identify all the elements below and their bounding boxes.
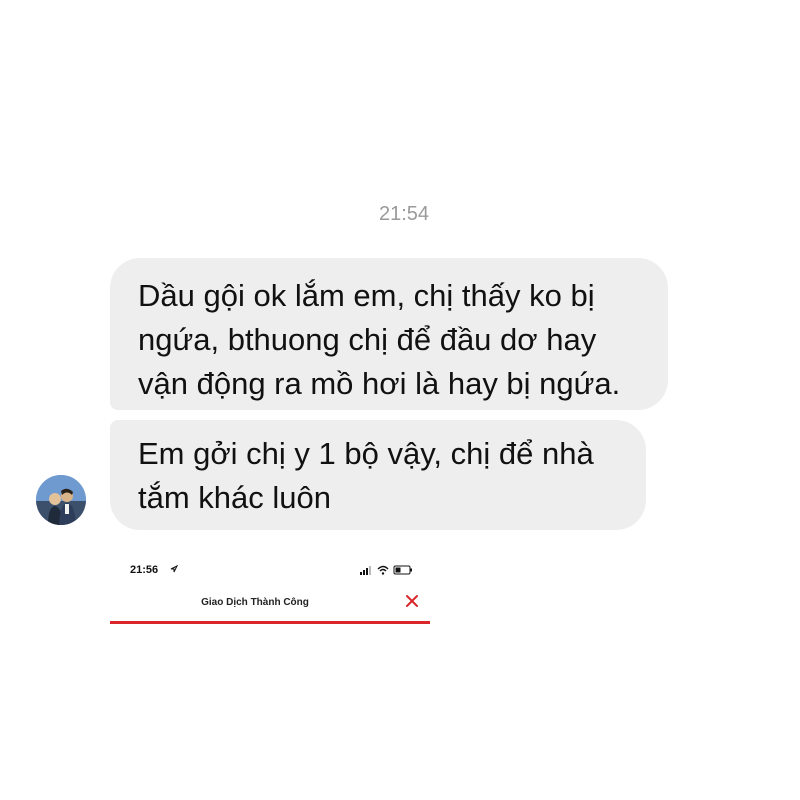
message-bubble[interactable]: Em gởi chị y 1 bộ vậy, chị để nhà tắm kh… bbox=[110, 420, 646, 530]
message-text-line: Dầu gội ok lắm em, chị thấy ko bị bbox=[138, 278, 595, 313]
status-bar: 21:56 bbox=[110, 561, 430, 579]
location-arrow-icon bbox=[170, 565, 178, 573]
status-time: 21:56 bbox=[130, 564, 159, 576]
title-divider bbox=[110, 621, 430, 624]
wifi-icon bbox=[377, 565, 389, 575]
transaction-title: Giao Dịch Thành Công bbox=[201, 597, 309, 608]
message-timestamp: 21:54 bbox=[378, 203, 430, 225]
chat-screen: 21:54 Dầu gội ok lắm em, chị thấy ko bị … bbox=[0, 0, 800, 800]
embedded-transaction-screenshot: 21:56 Giao Dịch Thành Công bbox=[110, 555, 430, 625]
signal-icon bbox=[360, 566, 371, 575]
message-bubble[interactable]: Dầu gội ok lắm em, chị thấy ko bị ngứa, … bbox=[110, 258, 668, 410]
battery-icon bbox=[393, 565, 412, 575]
sender-avatar[interactable] bbox=[36, 475, 86, 525]
close-icon[interactable] bbox=[404, 593, 420, 609]
message-text-line: vận động ra mồ hơi là hay bị ngứa. bbox=[138, 366, 621, 401]
status-icons bbox=[360, 565, 412, 575]
message-text-line: Em gởi chị y 1 bộ vậy, chị để nhà bbox=[138, 436, 594, 471]
avatar-photo bbox=[36, 475, 86, 525]
message-text-line: ngứa, bthuong chị để đầu dơ hay bbox=[138, 322, 597, 357]
message-text-line: tắm khác luôn bbox=[138, 480, 331, 515]
